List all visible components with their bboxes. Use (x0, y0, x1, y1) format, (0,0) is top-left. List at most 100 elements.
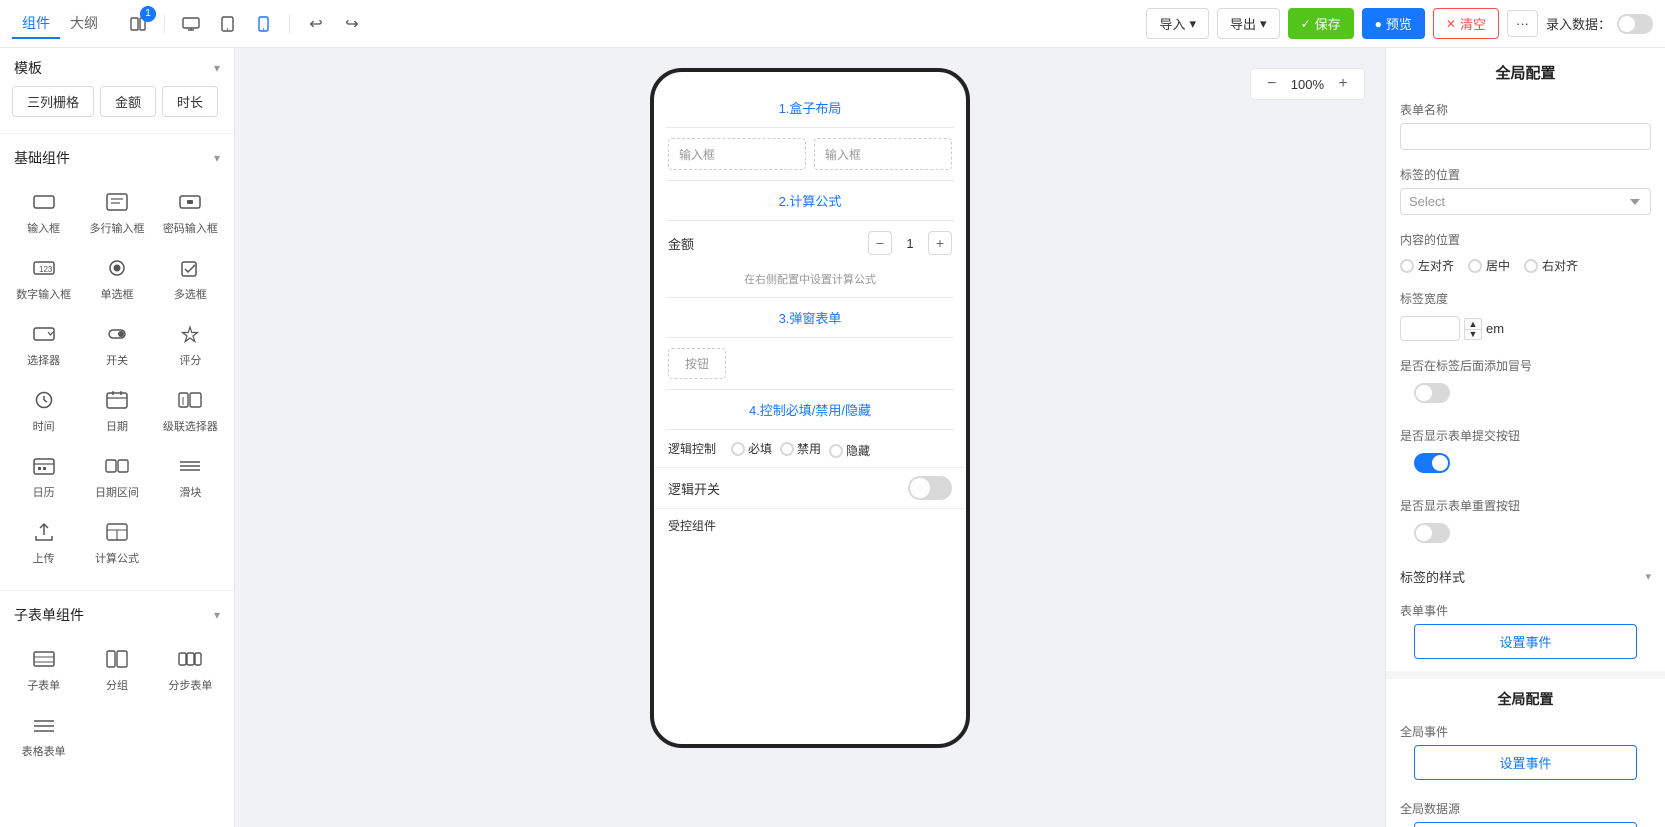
comp-time[interactable]: 时间 (8, 378, 79, 442)
preview-button[interactable]: ● 预览 (1362, 8, 1425, 39)
upload-icon (30, 518, 58, 546)
redo-icon[interactable]: ↪ (338, 10, 366, 38)
reset-toggle-row (1400, 519, 1651, 551)
select-icon (30, 320, 58, 348)
formula-icon (103, 518, 131, 546)
canvas-area: − 100% + 1.盒子布局 输入框 输入框 2.计算公式 金额 − 1 (235, 48, 1385, 827)
comp-password[interactable]: 密码输入框 (155, 180, 226, 244)
textarea-icon (103, 188, 131, 216)
global-event-label: 全局事件 (1400, 723, 1651, 740)
reset-toggle[interactable] (1414, 523, 1450, 543)
comp-select[interactable]: 选择器 (8, 312, 79, 376)
dialog-button[interactable]: 按钮 (668, 348, 726, 379)
radio-disabled[interactable]: 禁用 (780, 438, 821, 459)
comp-calendar-label: 日历 (33, 484, 55, 500)
desktop-icon[interactable] (177, 10, 205, 38)
section-formula[interactable]: 2.计算公式 (654, 181, 966, 220)
sub-collapse-icon[interactable]: ▾ (214, 608, 220, 622)
controlled-component-row: 受控组件 (654, 508, 966, 542)
comp-daterange-label: 日期区间 (95, 484, 139, 500)
content-position-field: 内容的位置 左对齐 居中 右对齐 (1386, 223, 1665, 282)
label-style-arrow[interactable]: ▾ (1645, 570, 1651, 583)
comp-textarea[interactable]: 多行输入框 (81, 180, 152, 244)
comp-tabletable[interactable]: 表格表单 (8, 703, 79, 767)
template-section-header[interactable]: 模板 ▾ (0, 48, 234, 86)
undo-icon[interactable]: ↩ (302, 10, 330, 38)
import-button[interactable]: 导入 ▾ (1146, 8, 1209, 39)
align-right[interactable]: 右对齐 (1524, 257, 1578, 274)
section-control[interactable]: 4.控制必填/禁用/隐藏 (654, 390, 966, 429)
comp-slider[interactable]: 滑块 (155, 444, 226, 508)
label-style-row: 标签的样式 ▾ (1400, 567, 1651, 586)
clear-button[interactable]: ✕ 清空 (1433, 8, 1499, 39)
comp-steptable[interactable]: 分步表单 (155, 637, 226, 701)
logic-switch[interactable] (908, 476, 952, 500)
right-panel: 全局配置 表单名称 标签的位置 Select 内容的位置 左对齐 居中 (1385, 48, 1665, 827)
comp-cascader[interactable]: 级联选择器 (155, 378, 226, 442)
svg-text:123: 123 (39, 265, 53, 274)
comp-switch[interactable]: 开关 (81, 312, 152, 376)
mobile-icon[interactable] (249, 10, 277, 38)
comp-formula[interactable]: 计算公式 (81, 510, 152, 574)
set-event-button[interactable]: 设置事件 (1414, 624, 1637, 659)
comp-subtable[interactable]: 子表单 (8, 637, 79, 701)
num-value: 1 (898, 236, 922, 251)
input-box-2[interactable]: 输入框 (814, 138, 952, 170)
align-center[interactable]: 居中 (1468, 257, 1510, 274)
label-width-input[interactable]: 6.2 (1400, 316, 1460, 341)
num-increase-button[interactable]: + (928, 231, 952, 255)
comp-calendar[interactable]: 日历 (8, 444, 79, 508)
subtable-icon (30, 645, 58, 673)
comp-input[interactable]: 输入框 (8, 180, 79, 244)
zoom-in-button[interactable]: + (1332, 73, 1354, 95)
tab-components[interactable]: 组件 (12, 9, 60, 39)
form-name-input[interactable] (1400, 123, 1651, 150)
comp-rate[interactable]: 评分 (155, 312, 226, 376)
comp-date[interactable]: 日期 (81, 378, 152, 442)
radio-required[interactable]: 必填 (731, 438, 772, 459)
set-datasource-button[interactable]: 设置数据源 (1414, 822, 1637, 827)
spin-up-button[interactable]: ▲ (1464, 318, 1482, 329)
align-left-label: 左对齐 (1418, 257, 1454, 274)
comp-radio[interactable]: 单选框 (81, 246, 152, 310)
basic-component-grid: 输入框 多行输入框 密码输入框 123 数字输入框 单选框 多选框 (0, 176, 234, 586)
reset-btn-field: 是否显示表单重置按钮 (1386, 489, 1665, 559)
label-position-select[interactable]: Select (1400, 188, 1651, 215)
radio-hidden[interactable]: 隐藏 (829, 442, 870, 459)
input-box-1[interactable]: 输入框 (668, 138, 806, 170)
section-box-layout[interactable]: 1.盒子布局 (654, 88, 966, 127)
tablet-icon[interactable] (213, 10, 241, 38)
export-button[interactable]: 导出 ▾ (1217, 8, 1280, 39)
colon-toggle[interactable] (1414, 383, 1450, 403)
comp-group[interactable]: 分组 (81, 637, 152, 701)
password-icon (176, 188, 204, 216)
section-dialog[interactable]: 3.弹窗表单 (654, 298, 966, 337)
data-toggle-switch[interactable] (1617, 14, 1653, 34)
save-button[interactable]: ✓ 保存 (1288, 8, 1354, 39)
more-button[interactable]: ··· (1507, 10, 1538, 37)
num-decrease-button[interactable]: − (868, 231, 892, 255)
zoom-out-button[interactable]: − (1261, 73, 1283, 95)
template-collapse-icon[interactable]: ▾ (214, 61, 220, 75)
comp-number[interactable]: 123 数字输入框 (8, 246, 79, 310)
template-item-amount[interactable]: 金额 (100, 86, 156, 117)
spin-down-button[interactable]: ▼ (1464, 329, 1482, 340)
topbar-tabs: 组件 大纲 (12, 9, 108, 39)
align-left[interactable]: 左对齐 (1400, 257, 1454, 274)
date-icon (103, 386, 131, 414)
page-list-icon[interactable]: 1 (124, 10, 152, 38)
set-global-event-button[interactable]: 设置事件 (1414, 745, 1637, 780)
template-item-duration[interactable]: 时长 (162, 86, 218, 117)
comp-daterange[interactable]: 日期区间 (81, 444, 152, 508)
basic-section-header[interactable]: 基础组件 ▾ (0, 138, 234, 176)
label-width-label: 标签宽度 (1400, 290, 1651, 307)
submit-toggle[interactable] (1414, 453, 1450, 473)
controlled-label: 受控组件 (668, 519, 716, 533)
basic-collapse-icon[interactable]: ▾ (214, 151, 220, 165)
comp-upload[interactable]: 上传 (8, 510, 79, 574)
tab-outline[interactable]: 大纲 (60, 9, 108, 39)
template-item-3col[interactable]: 三列栅格 (12, 86, 94, 117)
radio-hidden-circle (829, 444, 843, 458)
sub-section-header[interactable]: 子表单组件 ▾ (0, 595, 234, 633)
comp-checkbox[interactable]: 多选框 (155, 246, 226, 310)
